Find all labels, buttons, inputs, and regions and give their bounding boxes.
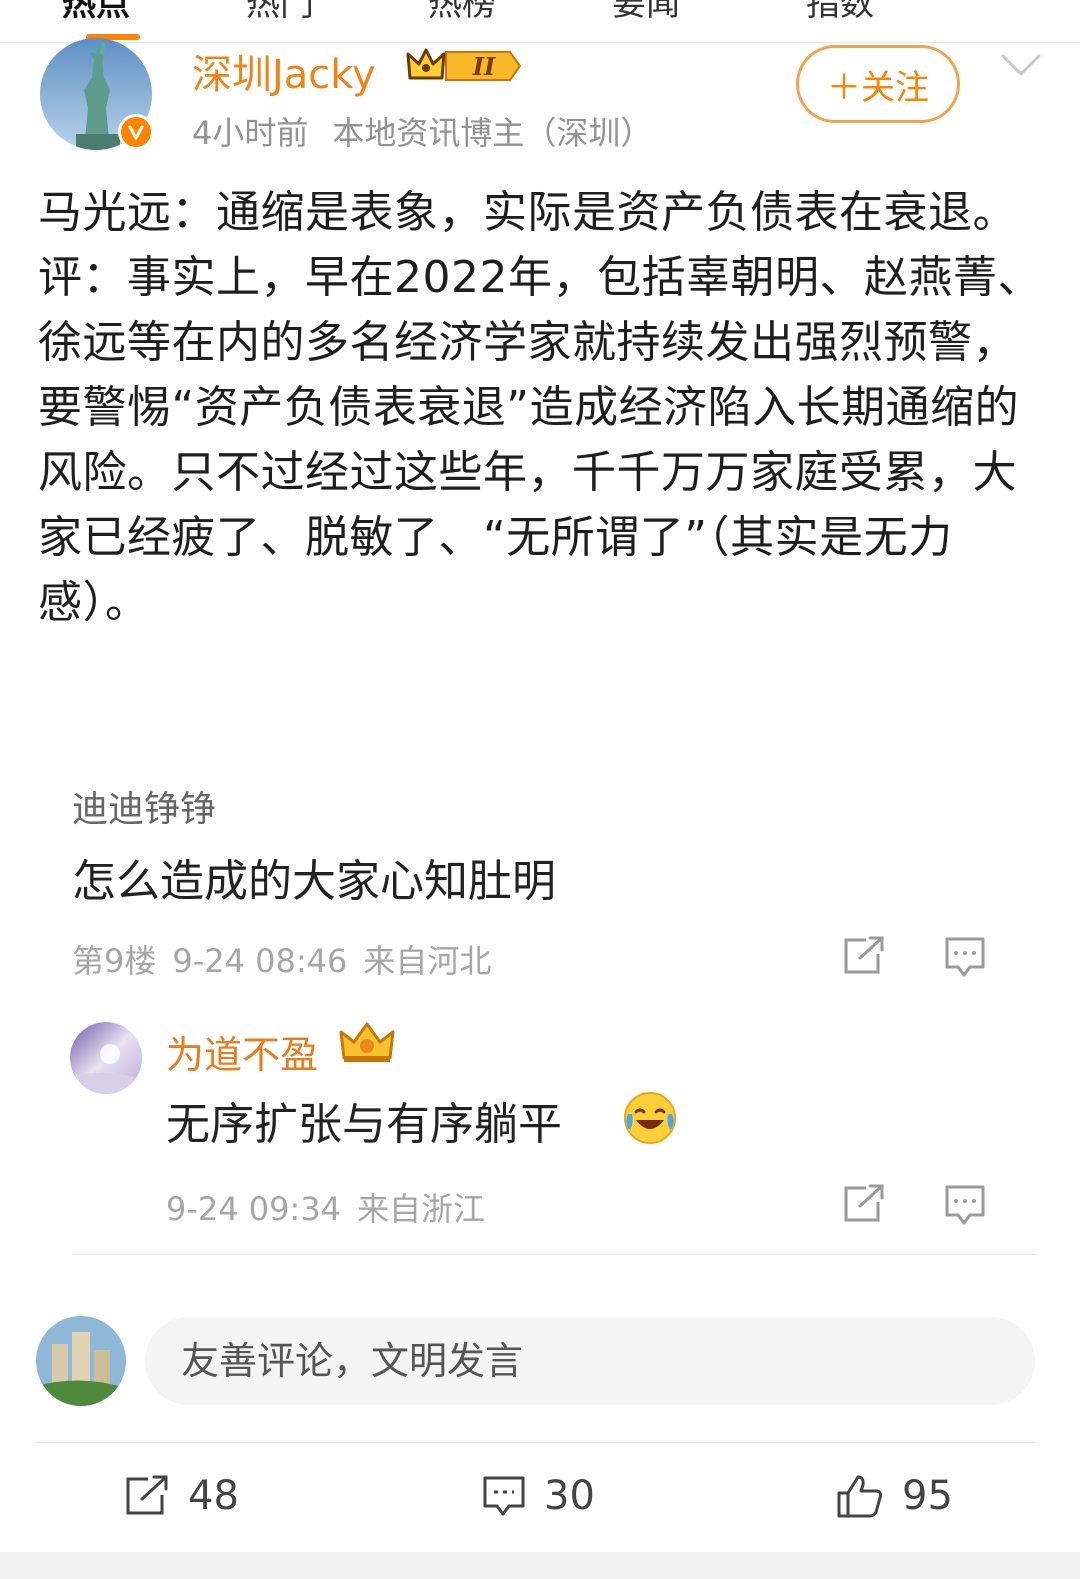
comment-meta: 第9楼 9-24 08:46 来自河北 [72,936,507,982]
tab-index[interactable]: 指数 [806,0,874,25]
reply-author-avatar[interactable] [70,1022,142,1094]
tab-hot-list[interactable]: 热榜 [428,0,496,25]
repost-icon [126,1475,168,1515]
tab-popular[interactable]: 热门 [246,0,314,25]
comment-author-name[interactable]: 迪迪铮铮 [72,780,216,832]
reply-author-name[interactable]: 为道不盈 [166,1024,318,1079]
comment-icon [483,1476,525,1516]
svg-text:II: II [472,52,496,81]
comment-count: 30 [544,1473,595,1519]
reply-share-icon[interactable] [842,1184,886,1228]
comment-floor: 第9楼 [72,942,157,980]
like-button[interactable]: 95 [836,1470,953,1522]
comment-location: 来自河北 [363,942,492,980]
comment-text: 怎么造成的大家心知肚明 [72,856,556,907]
thumbs-up-icon [837,1475,883,1518]
comment-time: 9-24 08:46 [172,942,348,980]
divider [36,1442,1036,1443]
author-name[interactable]: 深圳Jacky [192,42,376,100]
post-meta: 4小时前 本地资讯博主（深圳） [192,108,676,154]
reply-location: 来自浙江 [357,1190,486,1228]
current-user-avatar[interactable] [36,1316,126,1406]
reply-meta: 9-24 09:34 来自浙江 [166,1184,501,1230]
comment-share-icon[interactable] [842,936,886,980]
vip-crown-icon: II [406,46,522,90]
post-text-line2: 评：事实上，早在2022年，包括辜朝明、赵燕菁、徐远等在内的多名经济学家就持续发… [38,252,1042,628]
repost-button[interactable]: 48 [124,1470,239,1522]
post-time: 4小时前 [192,114,309,152]
verified-badge-icon [118,114,154,150]
reply-comment-icon[interactable] [944,1184,986,1230]
divider [72,1254,1036,1255]
top-tab-bar: 热点 热门 热榜 要闻 指数 [0,0,1080,43]
member-crown-icon [338,1020,396,1068]
tab-hot[interactable]: 热点 [62,0,130,25]
post-source: 本地资讯博主（深圳） [332,114,653,152]
like-count: 95 [902,1473,953,1519]
tab-news[interactable]: 要闻 [612,0,680,25]
reply-text: 无序扩张与有序躺平 [166,1099,562,1150]
comment-reply-icon[interactable] [944,936,986,982]
laughing-crying-emoji-icon [622,1090,678,1150]
post-text-line1: 马光远：通缩是表象，实际是资产负债表在衰退。 [38,187,1017,238]
post-body: 马光远：通缩是表象，实际是资产负债表在衰退。 评：事实上，早在2022年，包括辜… [38,180,1043,635]
chevron-down-icon[interactable] [1000,52,1042,82]
reply-time: 9-24 09:34 [166,1190,342,1228]
comment-input[interactable] [145,1317,1035,1405]
bottom-edge [0,1552,1080,1579]
comment-button[interactable]: 30 [482,1470,595,1522]
follow-button[interactable]: ＋关注 [796,45,960,123]
repost-count: 48 [188,1473,239,1519]
